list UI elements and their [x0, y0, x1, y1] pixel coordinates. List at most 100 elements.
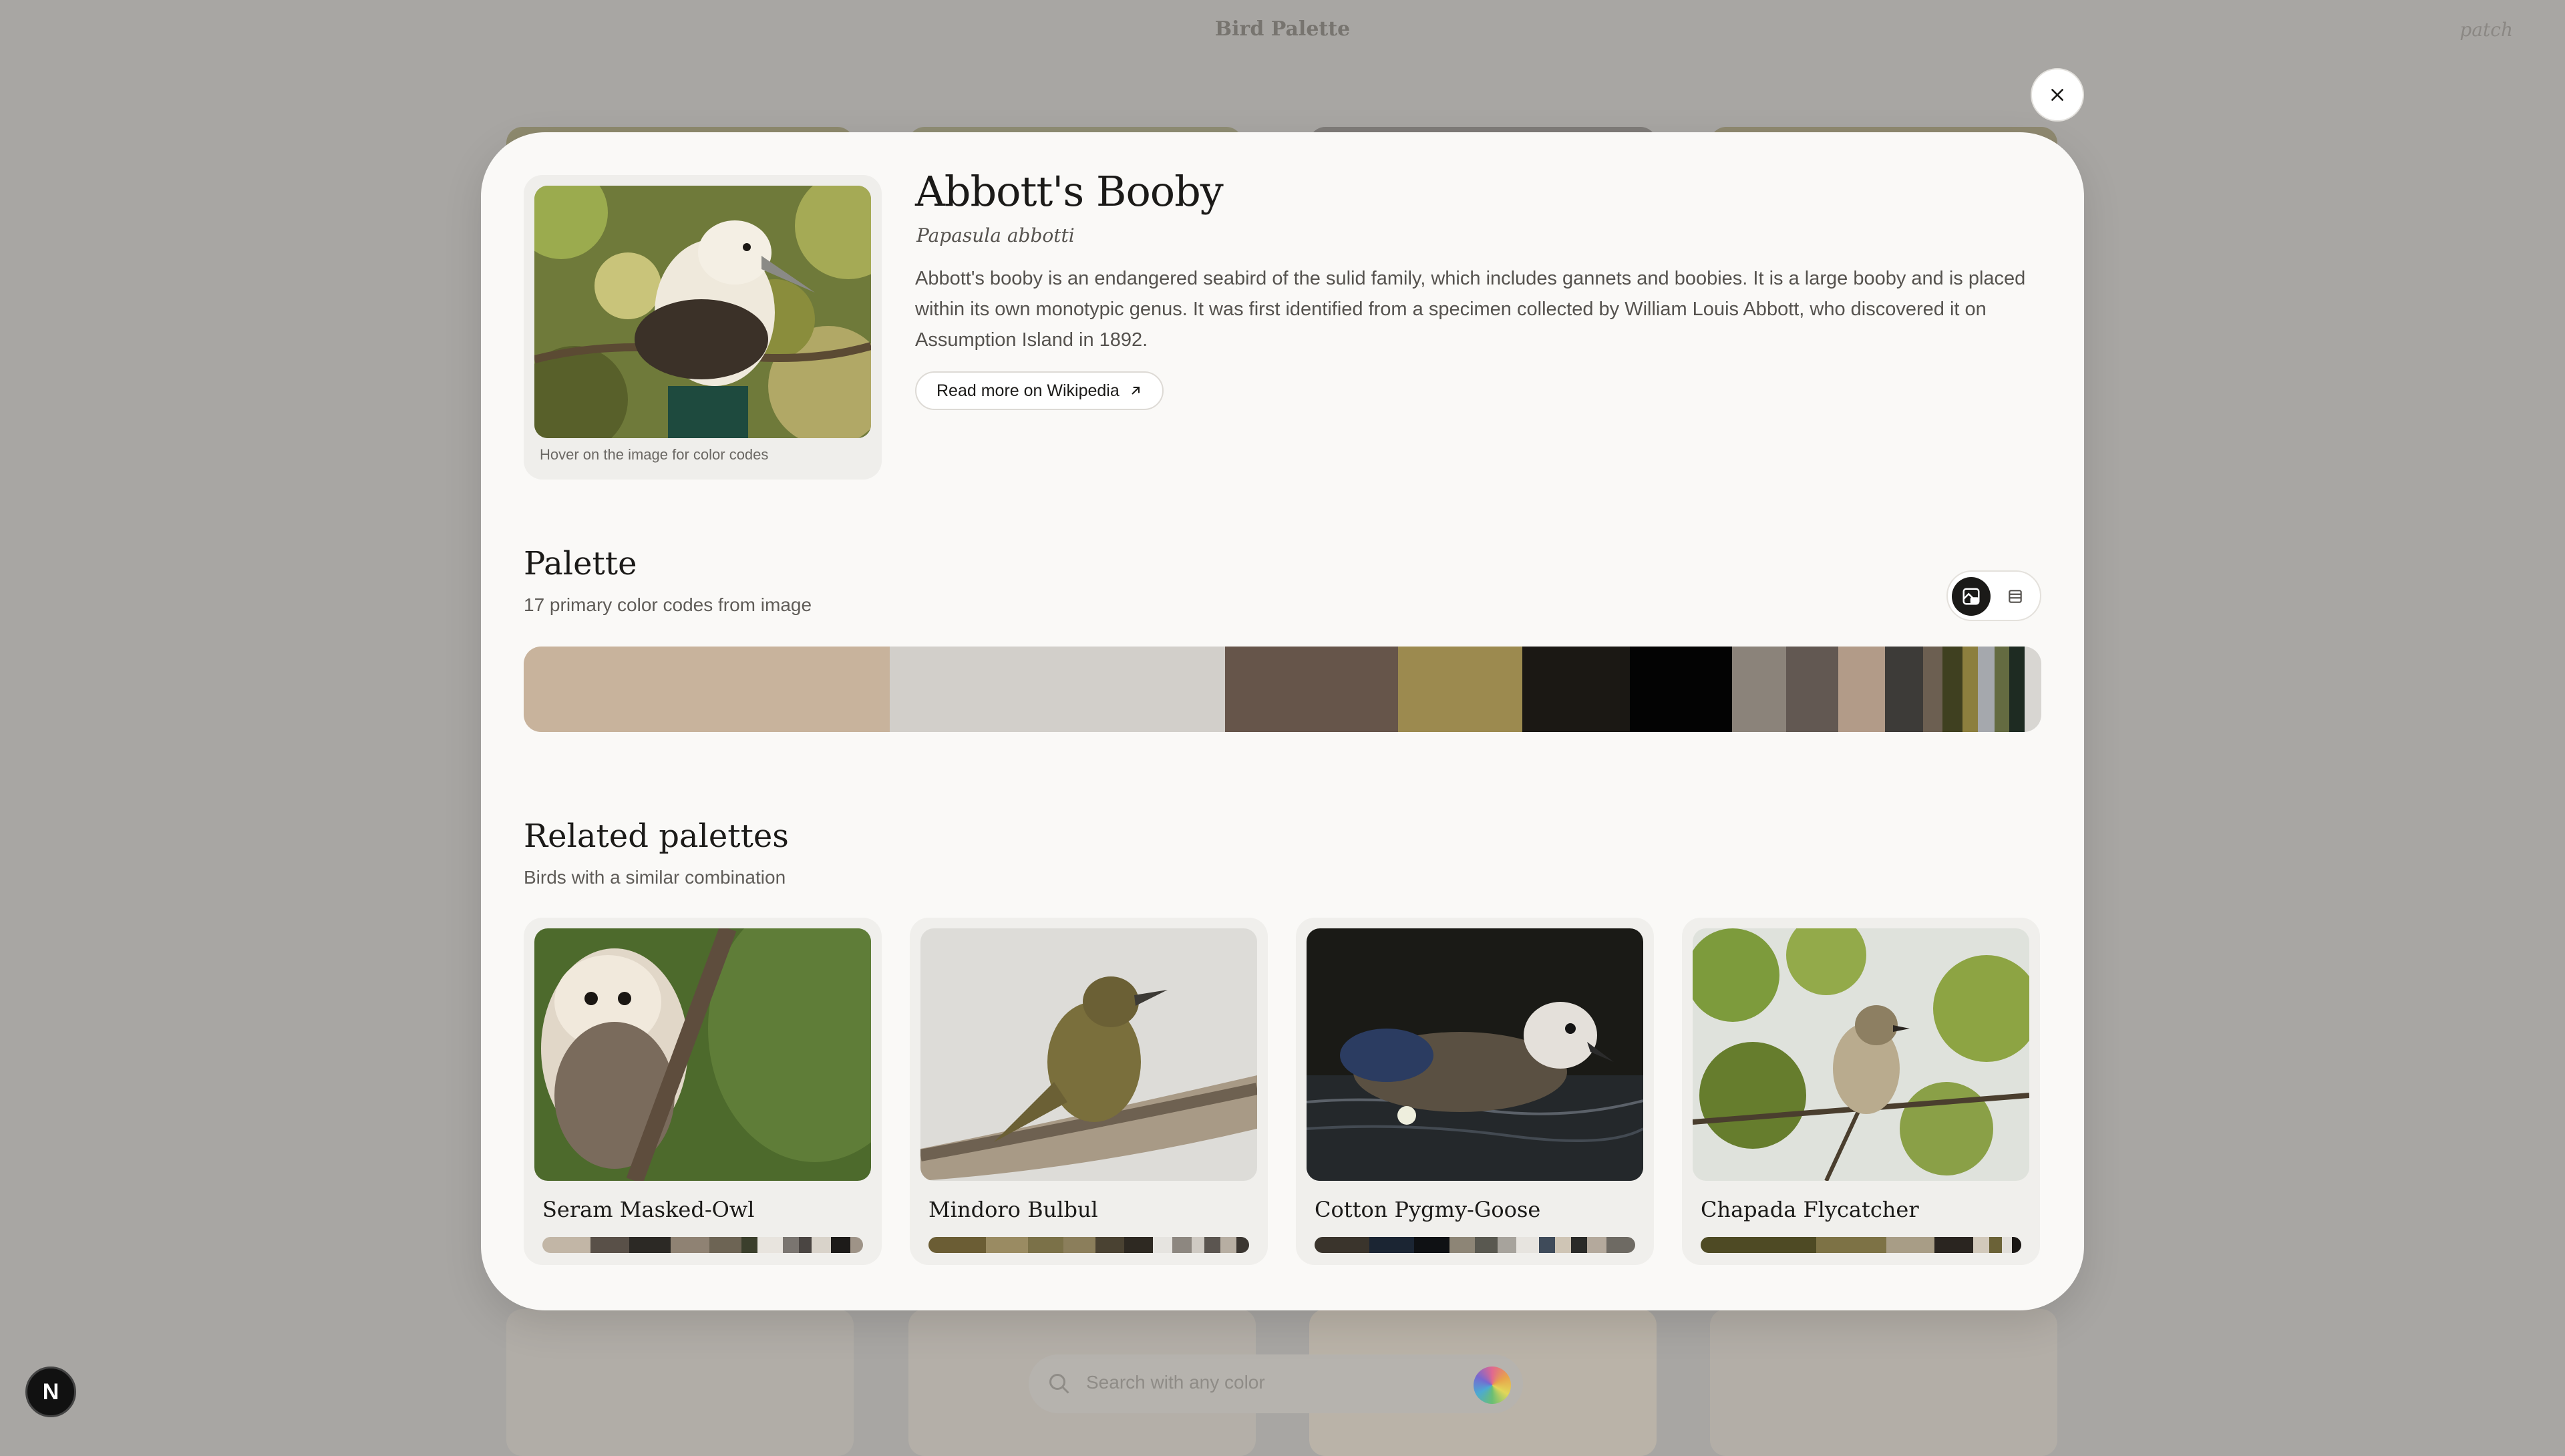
mini-palette-swatch — [709, 1237, 741, 1253]
mini-palette-swatch — [1204, 1237, 1220, 1253]
palette-swatch[interactable] — [1786, 647, 1838, 732]
mini-palette-swatch — [1220, 1237, 1236, 1253]
mini-palette-swatch — [1570, 1237, 1587, 1253]
bird-image-card: Hover on the image for color codes — [524, 175, 882, 480]
palette-swatch[interactable] — [1522, 647, 1631, 732]
external-link-icon — [1132, 387, 1140, 395]
mini-palette-swatch — [1606, 1237, 1635, 1253]
palette-swatch[interactable] — [1922, 647, 1943, 732]
related-bird-photo[interactable] — [1307, 928, 1643, 1181]
mini-palette-swatch — [629, 1237, 671, 1253]
mini-palette-swatch — [741, 1237, 757, 1253]
palette-swatch[interactable] — [524, 647, 890, 732]
mini-palette-swatch — [1236, 1237, 1249, 1253]
palette-swatch[interactable] — [1630, 647, 1732, 732]
mini-palette-swatch — [2011, 1237, 2021, 1253]
palette-swatch[interactable] — [1977, 647, 1995, 732]
background-bird-tile — [506, 1309, 854, 1456]
bird-photo[interactable] — [534, 186, 871, 438]
palette-swatch[interactable] — [1224, 647, 1398, 732]
related-title: Related palettes — [524, 817, 789, 855]
related-subtitle: Birds with a similar combination — [524, 867, 786, 888]
related-bird-photo[interactable] — [1693, 928, 2029, 1181]
mini-palette-swatch — [757, 1237, 783, 1253]
palette-swatch[interactable] — [2009, 647, 2025, 732]
related-card[interactable]: Mindoro Bulbul — [910, 918, 1268, 1265]
related-card[interactable]: Cotton Pygmy-Goose — [1296, 918, 1654, 1265]
header-link[interactable]: patch — [2459, 19, 2513, 41]
palette-swatch[interactable] — [1962, 647, 1978, 732]
palette-subtitle: 17 primary color codes from image — [524, 594, 812, 615]
related-palette-bar — [542, 1237, 863, 1253]
mini-palette-swatch — [1497, 1237, 1517, 1253]
mini-palette-swatch — [1369, 1237, 1414, 1253]
framework-badge[interactable]: N — [25, 1367, 76, 1417]
related-palettes-grid: Seram Masked-Owl Mindoro Bulbul Cotton P… — [524, 918, 2041, 1265]
palette-bar — [524, 647, 2041, 732]
related-bird-name: Mindoro Bulbul — [928, 1197, 1098, 1222]
mini-palette-swatch — [782, 1237, 799, 1253]
color-search-bar[interactable]: Search with any color — [1029, 1354, 1523, 1413]
mini-palette-swatch — [1586, 1237, 1606, 1253]
mini-palette-swatch — [1027, 1237, 1063, 1253]
palette-swatch[interactable] — [1942, 647, 1962, 732]
palette-swatch[interactable] — [1731, 647, 1787, 732]
scientific-name: Papasula abbotti — [916, 224, 1075, 246]
bird-name: Abbott's Booby — [915, 167, 1224, 216]
mini-palette-swatch — [542, 1237, 590, 1253]
mini-palette-swatch — [986, 1237, 1028, 1253]
mini-palette-swatch — [1989, 1237, 2003, 1253]
related-bird-photo[interactable] — [534, 928, 871, 1181]
mini-palette-swatch — [1475, 1237, 1498, 1253]
search-icon — [1049, 1374, 1069, 1394]
bird-description: Abbott's booby is an endangered seabird … — [915, 268, 2026, 351]
palette-swatch[interactable] — [889, 647, 1225, 732]
mini-palette-swatch — [1413, 1237, 1449, 1253]
mini-palette-swatch — [1191, 1237, 1204, 1253]
palette-swatch[interactable] — [1397, 647, 1522, 732]
wikipedia-link-button[interactable]: Read more on Wikipedia — [915, 371, 1164, 410]
mini-palette-swatch — [830, 1237, 850, 1253]
image-view-toggle[interactable] — [1952, 577, 1991, 616]
mini-palette-swatch — [1816, 1237, 1887, 1253]
mini-palette-swatch — [1153, 1237, 1172, 1253]
image-view-icon — [1962, 588, 1980, 605]
mini-palette-swatch — [1701, 1237, 1816, 1253]
mini-palette-swatch — [1516, 1237, 1539, 1253]
close-modal-button[interactable] — [2031, 68, 2084, 122]
app-title: Bird Palette — [1214, 17, 1351, 41]
color-picker-button[interactable] — [1474, 1367, 1511, 1404]
list-view-icon — [2009, 590, 2022, 603]
mini-palette-swatch — [1538, 1237, 1555, 1253]
mini-palette-swatch — [1095, 1237, 1124, 1253]
mini-palette-swatch — [2002, 1237, 2012, 1253]
mini-palette-swatch — [798, 1237, 812, 1253]
palette-swatch[interactable] — [1838, 647, 1885, 732]
palette-swatch[interactable] — [1884, 647, 1923, 732]
related-palette-bar — [1315, 1237, 1635, 1253]
related-bird-name: Seram Masked-Owl — [542, 1197, 755, 1222]
view-toggle — [1946, 570, 2041, 621]
mini-palette-swatch — [590, 1237, 629, 1253]
palette-swatch[interactable] — [1994, 647, 2010, 732]
mini-palette-swatch — [1063, 1237, 1095, 1253]
related-card[interactable]: Seram Masked-Owl — [524, 918, 882, 1265]
mini-palette-swatch — [1973, 1237, 1989, 1253]
related-palette-bar — [928, 1237, 1249, 1253]
mini-palette-swatch — [812, 1237, 831, 1253]
background-bird-tile — [1710, 1309, 2057, 1456]
mini-palette-swatch — [1886, 1237, 1935, 1253]
related-palette-bar — [1701, 1237, 2021, 1253]
list-view-toggle[interactable] — [1996, 577, 2035, 616]
mini-palette-swatch — [1934, 1237, 1973, 1253]
mini-palette-swatch — [1172, 1237, 1192, 1253]
related-bird-photo[interactable] — [920, 928, 1257, 1181]
palette-swatch[interactable] — [2024, 647, 2041, 732]
mini-palette-swatch — [670, 1237, 709, 1253]
hover-caption: Hover on the image for color codes — [540, 446, 769, 463]
related-card[interactable]: Chapada Flycatcher — [1682, 918, 2040, 1265]
close-icon — [2051, 89, 2063, 101]
mini-palette-swatch — [1315, 1237, 1369, 1253]
mini-palette-swatch — [1124, 1237, 1154, 1253]
bird-detail-modal: Hover on the image for color codes Abbot… — [481, 132, 2084, 1310]
